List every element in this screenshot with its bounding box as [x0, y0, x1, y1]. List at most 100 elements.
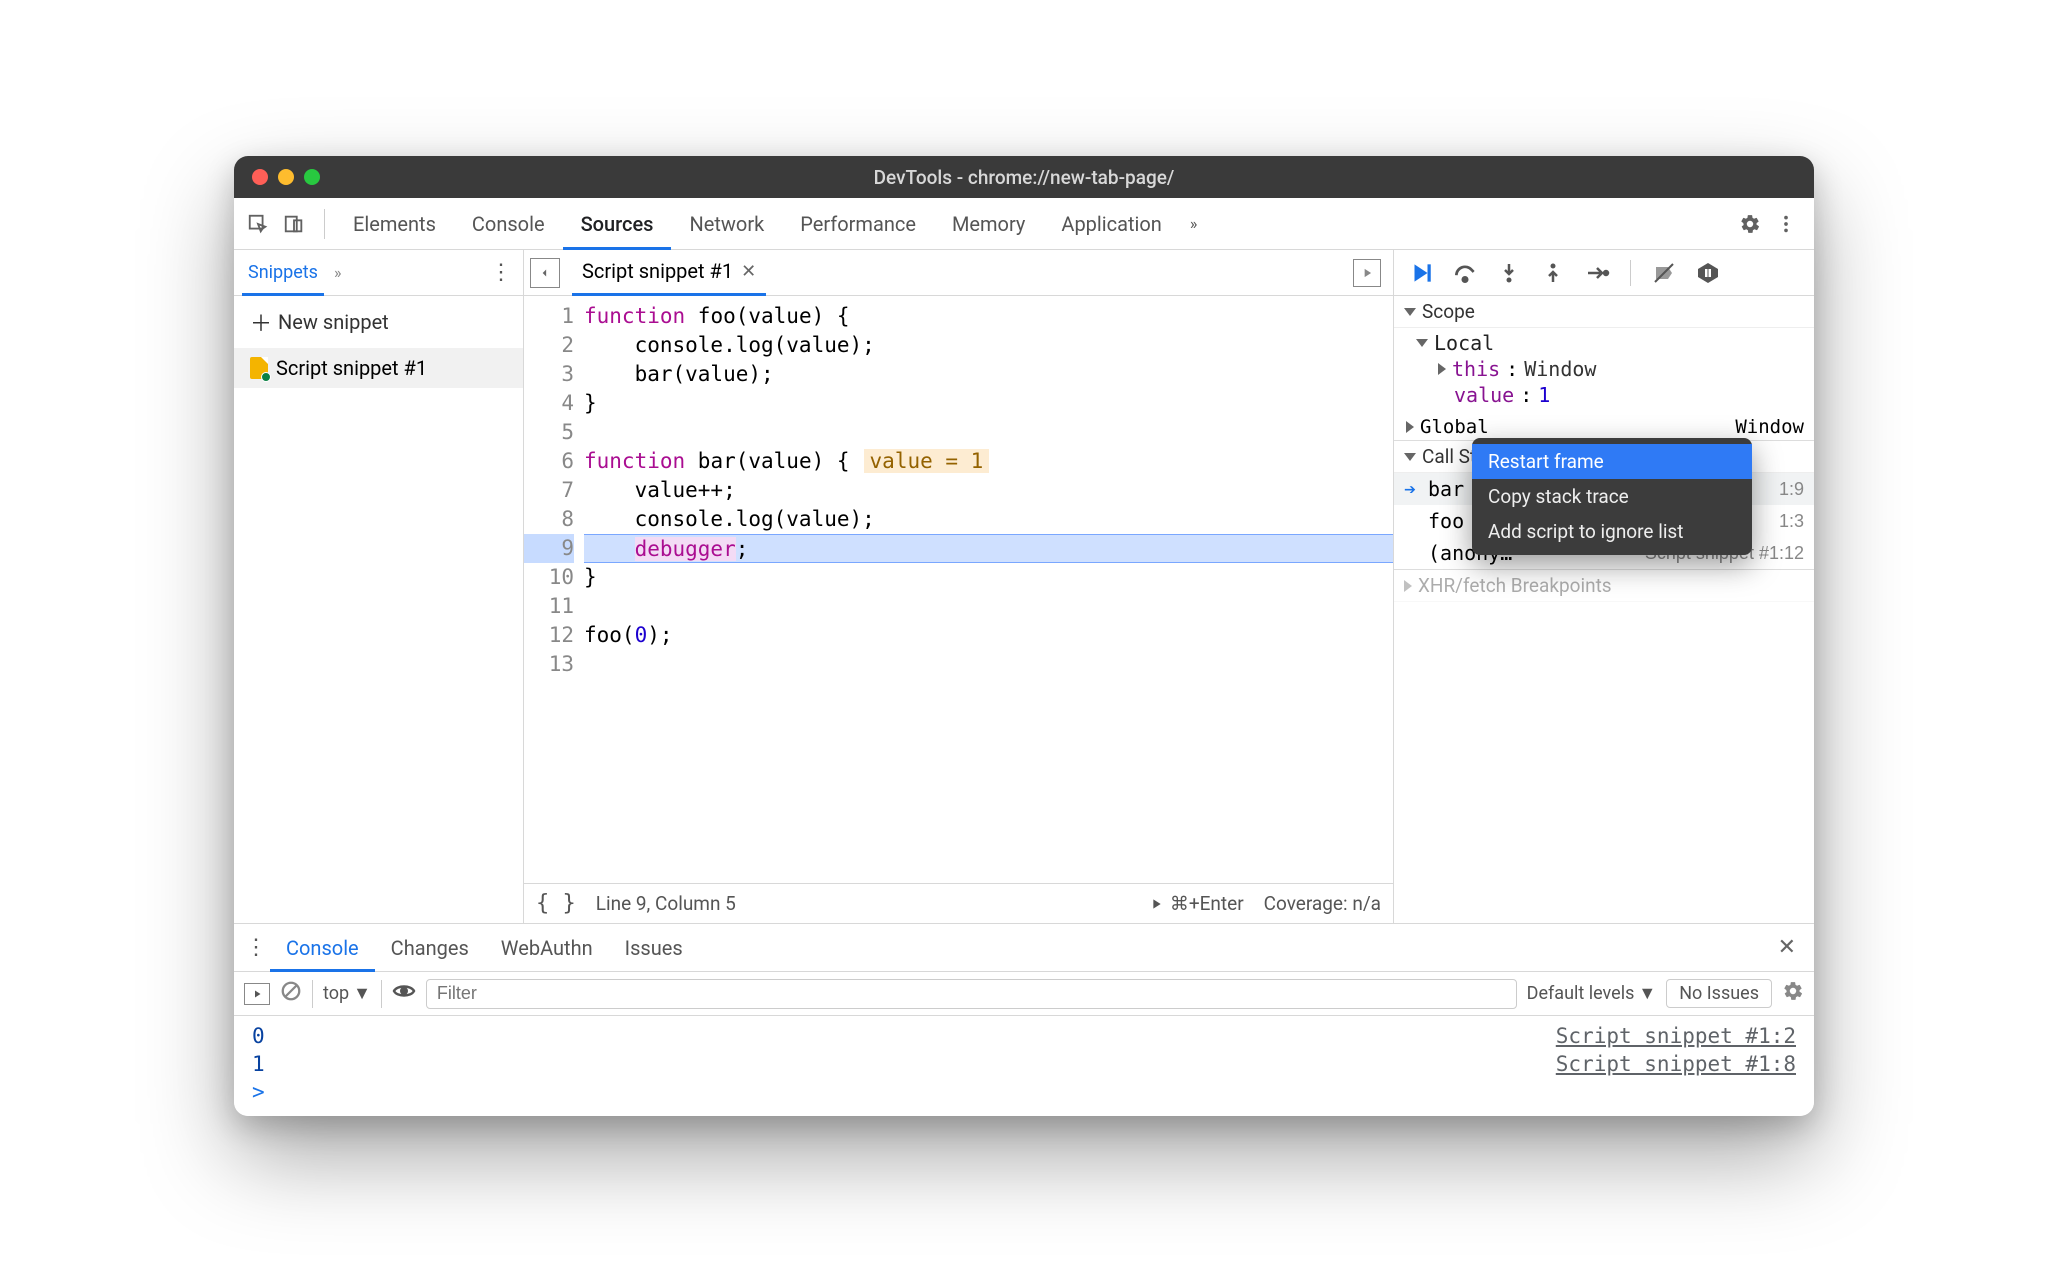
- more-menu-icon[interactable]: [1770, 208, 1802, 240]
- step-icon[interactable]: [1582, 258, 1612, 288]
- editor-tab-label: Script snippet #1: [582, 259, 733, 283]
- line-no: 10: [524, 563, 574, 592]
- devtools-window: DevTools - chrome://new-tab-page/ Elemen…: [234, 156, 1814, 1116]
- chevron-down-icon: ▼: [1638, 983, 1656, 1004]
- console-message[interactable]: 1 Script snippet #1:8: [234, 1050, 1814, 1078]
- frame-name: foo: [1428, 509, 1464, 533]
- editor-panel: Script snippet #1 ✕ 1 2 3 4 5: [524, 250, 1394, 923]
- drawer-tab-issues[interactable]: Issues: [609, 924, 699, 972]
- menu-add-ignore-list[interactable]: Add script to ignore list: [1472, 514, 1752, 549]
- clear-console-icon[interactable]: [280, 980, 302, 1007]
- editor-tabs-row: Script snippet #1 ✕: [524, 250, 1393, 296]
- scope-global-value: Window: [1735, 416, 1804, 438]
- console-toolbar: top ▼ Default levels ▼ No Issues: [234, 972, 1814, 1016]
- device-toggle-icon[interactable]: [278, 208, 310, 240]
- chevron-down-icon: [1404, 453, 1416, 461]
- console-filter-input[interactable]: [426, 979, 1517, 1009]
- menu-restart-frame[interactable]: Restart frame: [1472, 444, 1752, 479]
- drawer-menu-icon[interactable]: ⋮: [242, 935, 270, 960]
- prop-value: 1: [1538, 383, 1550, 407]
- drawer-tab-console[interactable]: Console: [270, 924, 375, 972]
- coverage-label: Coverage: n/a: [1264, 892, 1381, 915]
- console-message[interactable]: 0 Script snippet #1:2: [234, 1022, 1814, 1050]
- run-snippet-icon[interactable]: [1353, 259, 1381, 287]
- console-prompt[interactable]: >: [234, 1078, 1814, 1106]
- line-no: 4: [524, 389, 574, 418]
- tab-memory[interactable]: Memory: [934, 198, 1043, 250]
- tab-sources[interactable]: Sources: [563, 198, 672, 250]
- prop-name: this: [1452, 357, 1500, 381]
- navigator-toggle-icon[interactable]: [530, 258, 560, 288]
- tab-console[interactable]: Console: [454, 198, 563, 250]
- resume-icon[interactable]: [1406, 258, 1436, 288]
- tab-network[interactable]: Network: [671, 198, 782, 250]
- pause-exceptions-icon[interactable]: [1693, 258, 1723, 288]
- run-shortcut: ⌘+Enter: [1170, 892, 1244, 915]
- scope-global-label: Global: [1420, 416, 1489, 438]
- issues-button[interactable]: No Issues: [1666, 979, 1772, 1008]
- tab-application[interactable]: Application: [1043, 198, 1179, 250]
- navigator-menu-icon[interactable]: ⋮: [487, 260, 515, 285]
- code: foo(value) {: [685, 304, 849, 328]
- drawer-tab-webauthn[interactable]: WebAuthn: [485, 924, 609, 972]
- run-icon[interactable]: ⌘+Enter: [1148, 892, 1244, 915]
- line-no: 5: [524, 418, 574, 447]
- num: 0: [635, 623, 648, 647]
- snippet-item[interactable]: Script snippet #1: [234, 348, 523, 388]
- navigator-more[interactable]: »: [324, 263, 352, 282]
- chevron-down-icon: [1404, 308, 1416, 316]
- drawer-tab-changes[interactable]: Changes: [375, 924, 485, 972]
- editor-tab[interactable]: Script snippet #1 ✕: [572, 250, 766, 296]
- tab-performance[interactable]: Performance: [782, 198, 934, 250]
- drawer-tabs: ⋮ Console Changes WebAuthn Issues ✕: [234, 924, 1814, 972]
- scope-local-header[interactable]: Local: [1416, 330, 1814, 356]
- menu-copy-stack-trace[interactable]: Copy stack trace: [1472, 479, 1752, 514]
- scope-global-row[interactable]: Global Window: [1394, 414, 1814, 440]
- line-no: 1: [524, 302, 574, 331]
- close-tab-icon[interactable]: ✕: [741, 261, 756, 282]
- scope-value-row[interactable]: value: 1: [1416, 382, 1814, 408]
- scope-local-label: Local: [1434, 331, 1494, 355]
- scope-title: Scope: [1422, 300, 1475, 323]
- frame-src: 1:9: [1779, 479, 1804, 500]
- deactivate-breakpoints-icon[interactable]: [1649, 258, 1679, 288]
- line-no: 2: [524, 331, 574, 360]
- step-over-icon[interactable]: [1450, 258, 1480, 288]
- inspect-icon[interactable]: [242, 208, 274, 240]
- cursor-position: Line 9, Column 5: [596, 892, 736, 915]
- log-levels-selector[interactable]: Default levels ▼: [1527, 983, 1657, 1004]
- live-expression-icon[interactable]: [392, 979, 416, 1008]
- xhr-section: XHR/fetch Breakpoints: [1394, 569, 1814, 602]
- line-no: 7: [524, 476, 574, 505]
- code-body[interactable]: function foo(value) { console.log(value)…: [584, 296, 1393, 883]
- content: Elements Console Sources Network Perform…: [234, 198, 1814, 1116]
- debugger-toolbar: [1394, 250, 1814, 296]
- xhr-header[interactable]: XHR/fetch Breakpoints: [1394, 570, 1814, 602]
- step-out-icon[interactable]: [1538, 258, 1568, 288]
- snippet-item-label: Script snippet #1: [276, 356, 427, 380]
- console-settings-icon[interactable]: [1782, 980, 1804, 1007]
- navigator-tab-snippets[interactable]: Snippets: [242, 250, 324, 296]
- code: bar(value);: [584, 360, 1393, 389]
- new-snippet-button[interactable]: ＋ New snippet: [234, 296, 523, 348]
- frame-src: 1:3: [1779, 511, 1804, 532]
- editor-footer: { } Line 9, Column 5 ⌘+Enter Coverage: n…: [524, 883, 1393, 923]
- tab-elements[interactable]: Elements: [335, 198, 454, 250]
- context-selector[interactable]: top ▼: [312, 980, 382, 1008]
- line-no: 6: [524, 447, 574, 476]
- pretty-print-icon[interactable]: { }: [536, 891, 576, 916]
- inline-value-hint: value = 1: [864, 449, 990, 473]
- chevron-down-icon: ▼: [353, 983, 371, 1004]
- drawer-close-icon[interactable]: ✕: [1768, 935, 1806, 960]
- scope-this-row[interactable]: this: Window: [1416, 356, 1814, 382]
- scope-header[interactable]: Scope: [1394, 296, 1814, 328]
- console-source-link[interactable]: Script snippet #1:8: [1556, 1052, 1796, 1076]
- console-source-link[interactable]: Script snippet #1:2: [1556, 1024, 1796, 1048]
- more-tabs[interactable]: »: [1180, 214, 1208, 233]
- console-sidebar-toggle-icon[interactable]: [244, 983, 270, 1005]
- code: [584, 537, 635, 561]
- settings-icon[interactable]: [1734, 208, 1766, 240]
- step-into-icon[interactable]: [1494, 258, 1524, 288]
- code-editor[interactable]: 1 2 3 4 5 6 7 8 9 10 11 12 13: [524, 296, 1393, 883]
- plus-icon: ＋: [250, 306, 272, 338]
